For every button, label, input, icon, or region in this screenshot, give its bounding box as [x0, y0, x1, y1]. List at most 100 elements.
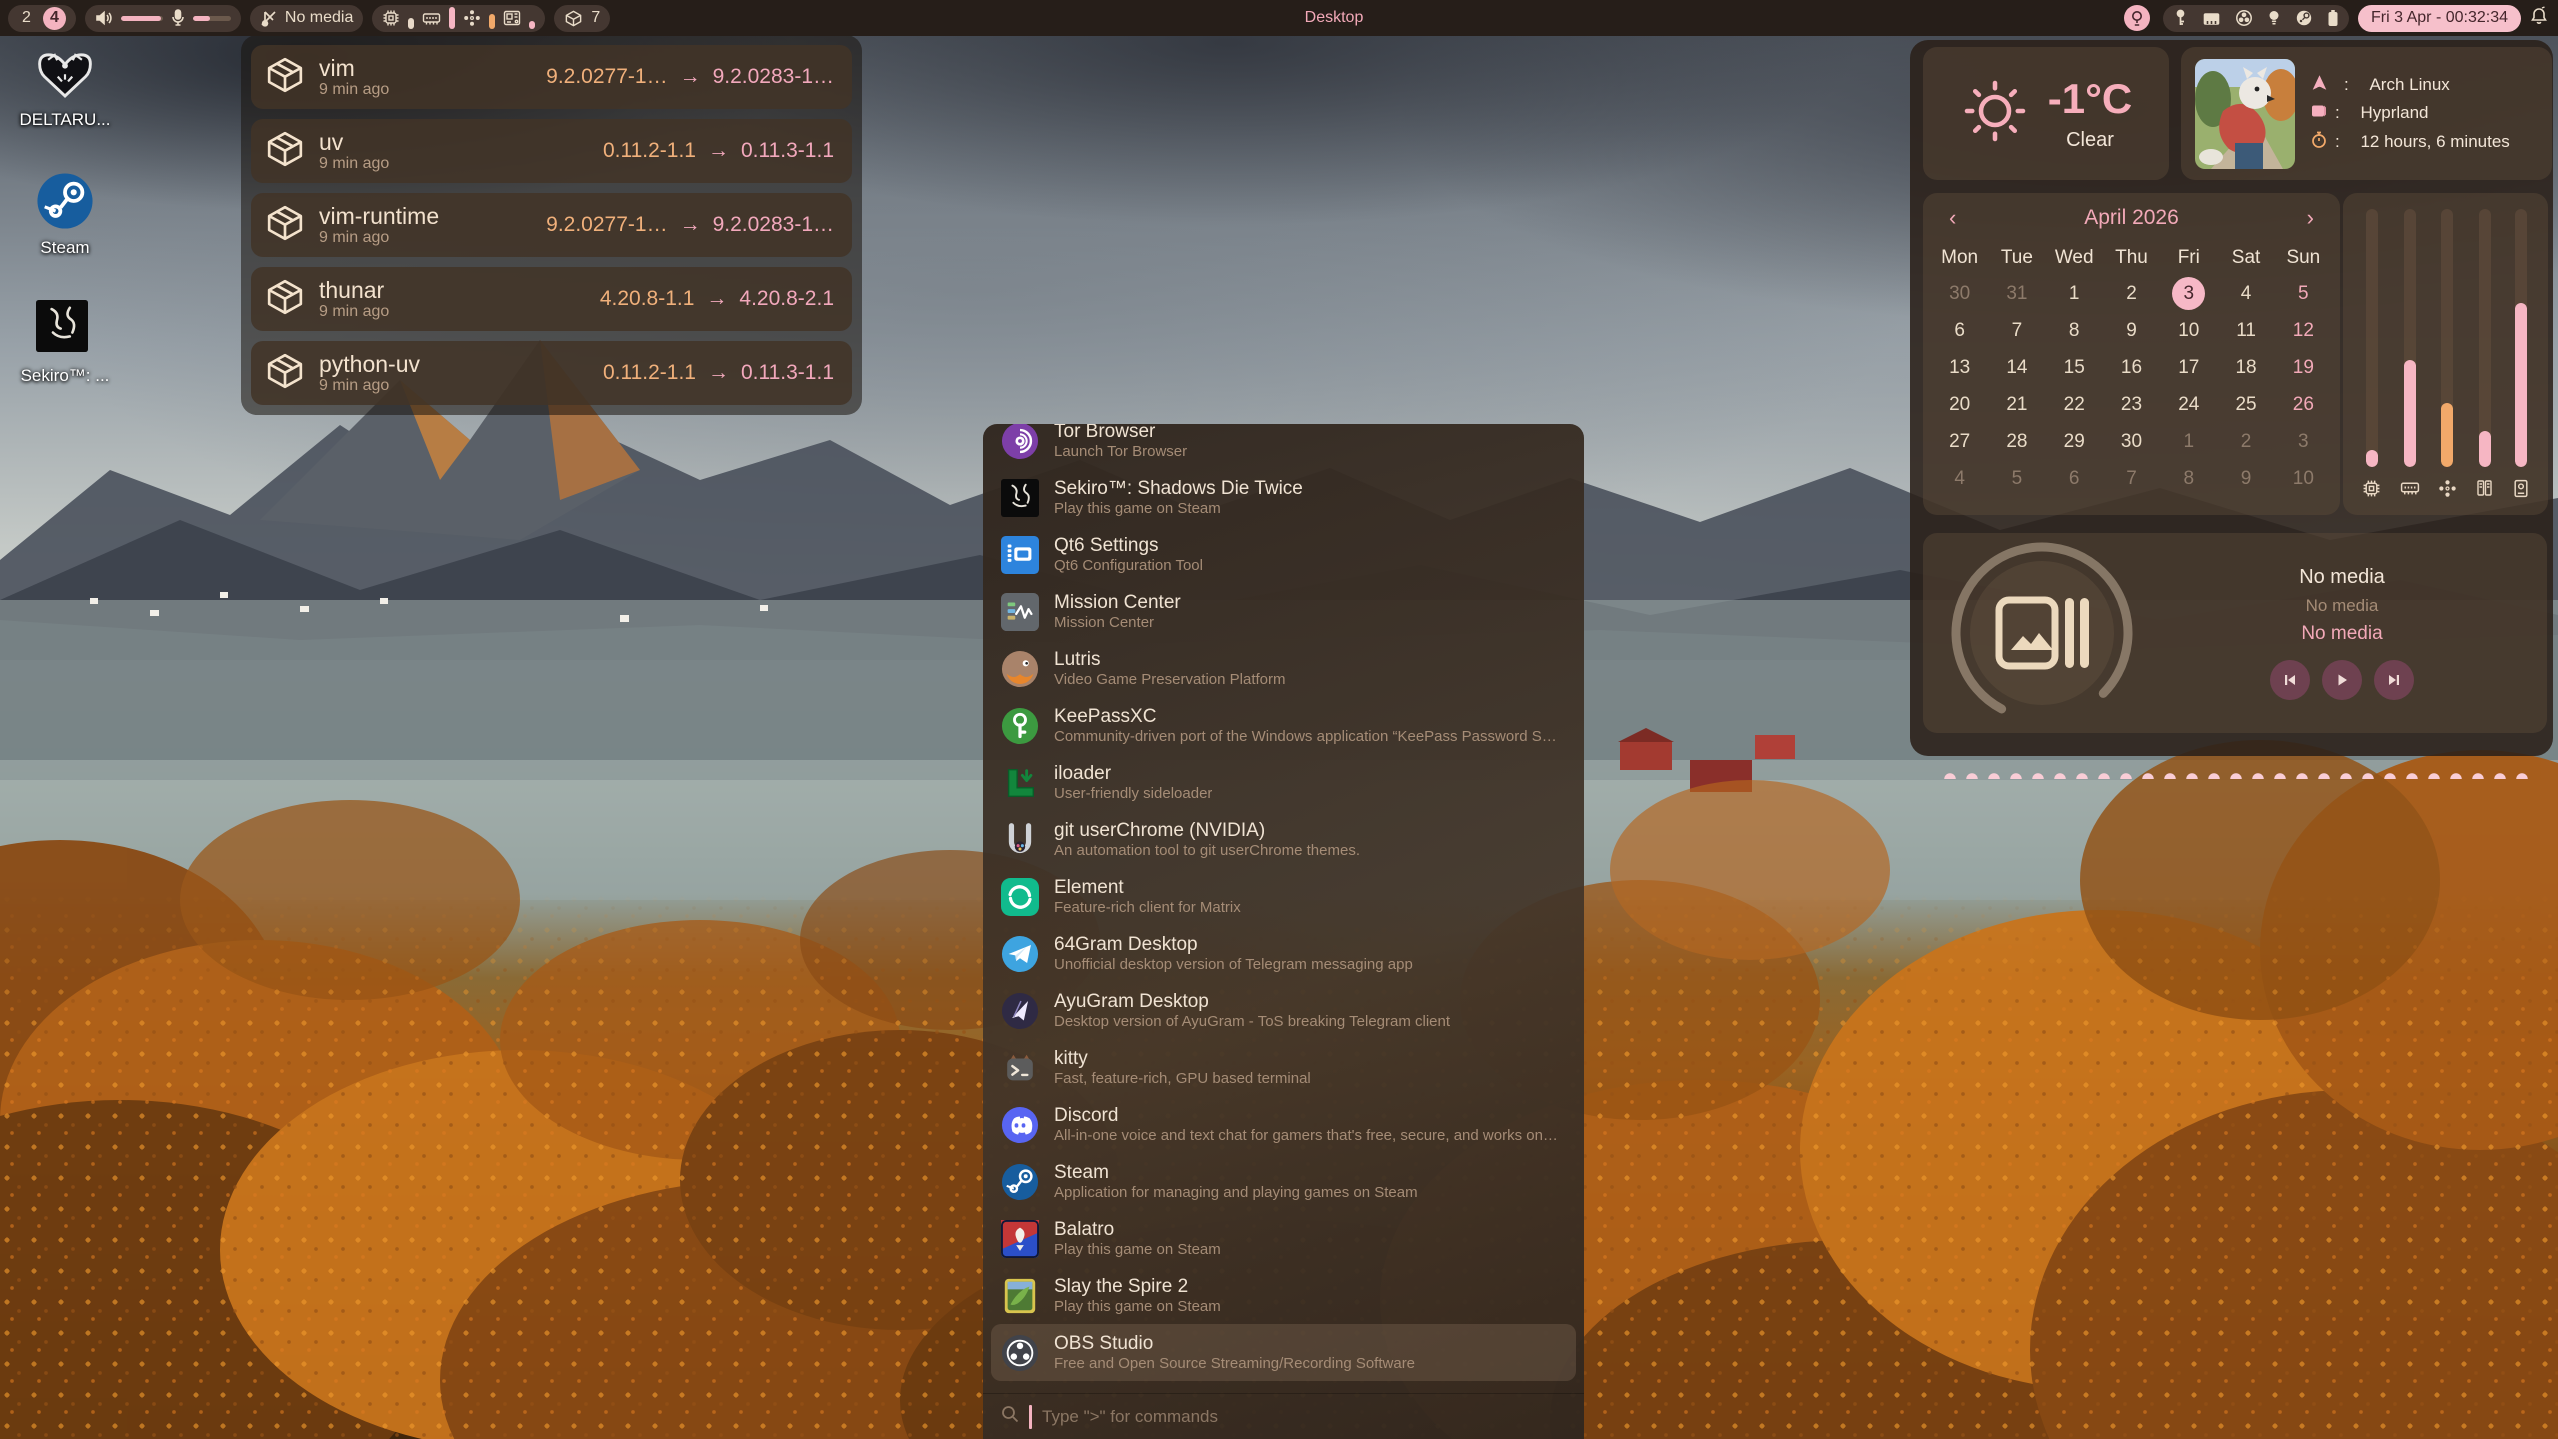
lightbulb-badge-icon[interactable]: [2124, 5, 2150, 31]
app-row[interactable]: Steam Application for managing and playi…: [991, 1153, 1576, 1210]
app-row[interactable]: git userChrome (NVIDIA) An automation to…: [991, 811, 1576, 868]
calendar-day[interactable]: 30: [1931, 275, 1988, 312]
app-description: Mission Center: [1054, 614, 1181, 632]
update-row[interactable]: python-uv 9 min ago 0.11.2-1.1 → 0.11.3-…: [251, 341, 852, 405]
gituserchrome-icon: [1001, 821, 1039, 859]
calendar-day[interactable]: 14: [1988, 349, 2045, 386]
calendar-day[interactable]: 1: [2046, 275, 2103, 312]
calendar-day[interactable]: 2: [2103, 275, 2160, 312]
calendar-day[interactable]: 8: [2160, 460, 2217, 497]
desktop-icon-sekiro[interactable]: Sekiro™: ...: [10, 300, 120, 386]
obs-tray-icon[interactable]: [2235, 9, 2253, 27]
calendar-day[interactable]: 22: [2046, 386, 2103, 423]
app-row[interactable]: kitty Fast, feature-rich, GPU based term…: [991, 1039, 1576, 1096]
calendar-day[interactable]: 4: [2217, 275, 2274, 312]
calendar-day[interactable]: 7: [1988, 312, 2045, 349]
desktop-icon-steam[interactable]: Steam: [10, 172, 120, 258]
app-row[interactable]: KeePassXC Community-driven port of the W…: [991, 697, 1576, 754]
calendar-day[interactable]: 3: [2160, 275, 2217, 312]
app-row[interactable]: AyuGram Desktop Desktop version of AyuGr…: [991, 982, 1576, 1039]
calendar-day[interactable]: 7: [2103, 460, 2160, 497]
microphone-icon[interactable]: [171, 9, 185, 27]
clock[interactable]: Fri 3 Apr - 00:32:34: [2358, 5, 2521, 32]
calendar-next-button[interactable]: ›: [2307, 205, 2314, 231]
play-button[interactable]: [2322, 660, 2362, 700]
network-tray-icon[interactable]: [2202, 10, 2221, 27]
app-row[interactable]: Slay the Spire 2 Play this game on Steam: [991, 1267, 1576, 1324]
calendar-day[interactable]: 18: [2217, 349, 2274, 386]
app-row[interactable]: Mission Center Mission Center: [991, 583, 1576, 640]
calendar-day[interactable]: 28: [1988, 423, 2045, 460]
app-row[interactable]: iloader User-friendly sideloader: [991, 754, 1576, 811]
next-track-button[interactable]: [2374, 660, 2414, 700]
workspace-pill[interactable]: 2 4: [8, 5, 76, 32]
app-row[interactable]: OBS Studio Free and Open Source Streamin…: [991, 1324, 1576, 1381]
calendar-day[interactable]: 25: [2217, 386, 2274, 423]
workspace-2[interactable]: 2: [18, 9, 35, 27]
calendar-day[interactable]: 3: [2275, 423, 2332, 460]
steam-tray-icon[interactable]: [2295, 9, 2313, 27]
calendar-day[interactable]: 4: [1931, 460, 1988, 497]
app-row[interactable]: 64Gram Desktop Unofficial desktop versio…: [991, 925, 1576, 982]
package-box-icon: [265, 351, 305, 396]
calendar-day[interactable]: 9: [2103, 312, 2160, 349]
app-description: Desktop version of AyuGram - ToS breakin…: [1054, 1013, 1450, 1031]
calendar-day[interactable]: 17: [2160, 349, 2217, 386]
calendar-day[interactable]: 5: [2275, 275, 2332, 312]
calendar-day[interactable]: 2: [2217, 423, 2274, 460]
desktop-icon-deltarune[interactable]: DELTARU...: [10, 44, 120, 130]
app-row[interactable]: Sekiro™: Shadows Die Twice Play this gam…: [991, 469, 1576, 526]
app-row[interactable]: Tor Browser Launch Tor Browser: [991, 424, 1576, 469]
calendar-day[interactable]: 21: [1988, 386, 2045, 423]
update-new-version: 9.2.0283-1…: [713, 65, 834, 89]
calendar-day[interactable]: 5: [1988, 460, 2045, 497]
caffeine-tray-icon[interactable]: [2267, 9, 2281, 27]
calendar-day[interactable]: 26: [2275, 386, 2332, 423]
calendar-day[interactable]: 30: [2103, 423, 2160, 460]
calendar-day[interactable]: 10: [2275, 460, 2332, 497]
app-row[interactable]: Element Feature-rich client for Matrix: [991, 868, 1576, 925]
calendar-day[interactable]: 23: [2103, 386, 2160, 423]
update-row[interactable]: thunar 9 min ago 4.20.8-1.1 → 4.20.8-2.1: [251, 267, 852, 331]
calendar-card: ‹ April 2026 › MonTueWedThuFriSatSun 30 …: [1923, 193, 2340, 515]
calendar-prev-button[interactable]: ‹: [1949, 205, 1956, 231]
mic-slider[interactable]: [193, 16, 231, 21]
calendar-day[interactable]: 9: [2217, 460, 2274, 497]
calendar-day[interactable]: 29: [2046, 423, 2103, 460]
calendar-day[interactable]: 11: [2217, 312, 2274, 349]
calendar-day[interactable]: 24: [2160, 386, 2217, 423]
calendar-day[interactable]: 20: [1931, 386, 1988, 423]
app-row[interactable]: Lutris Video Game Preservation Platform: [991, 640, 1576, 697]
notification-bell-icon[interactable]: [2530, 6, 2548, 30]
update-row[interactable]: vim 9 min ago 9.2.0277-1… → 9.2.0283-1…: [251, 45, 852, 109]
search-input[interactable]: [1042, 1407, 1566, 1427]
calendar-day[interactable]: 12: [2275, 312, 2332, 349]
system-stats-pill[interactable]: [372, 5, 545, 32]
update-old-version: 9.2.0277-1…: [546, 213, 667, 237]
keepassxc-tray-icon[interactable]: [2173, 9, 2188, 27]
calendar-day[interactable]: 10: [2160, 312, 2217, 349]
weather-card[interactable]: -1°C Clear: [1923, 47, 2169, 180]
calendar-day[interactable]: 13: [1931, 349, 1988, 386]
update-row[interactable]: vim-runtime 9 min ago 9.2.0277-1… → 9.2.…: [251, 193, 852, 257]
calendar-day[interactable]: 1: [2160, 423, 2217, 460]
calendar-day[interactable]: 19: [2275, 349, 2332, 386]
updates-pill[interactable]: 7: [554, 5, 610, 32]
app-row[interactable]: Balatro Play this game on Steam: [991, 1210, 1576, 1267]
calendar-day[interactable]: 15: [2046, 349, 2103, 386]
battery-tray-icon[interactable]: [2327, 9, 2339, 27]
app-row[interactable]: Qt6 Settings Qt6 Configuration Tool: [991, 526, 1576, 583]
speaker-icon[interactable]: [95, 10, 113, 26]
volume-slider[interactable]: [121, 16, 163, 21]
calendar-day[interactable]: 6: [2046, 460, 2103, 497]
media-pill[interactable]: No media: [250, 5, 363, 32]
calendar-day[interactable]: 6: [1931, 312, 1988, 349]
calendar-day[interactable]: 27: [1931, 423, 1988, 460]
previous-track-button[interactable]: [2270, 660, 2310, 700]
calendar-day[interactable]: 16: [2103, 349, 2160, 386]
app-row[interactable]: Discord All-in-one voice and text chat f…: [991, 1096, 1576, 1153]
calendar-day[interactable]: 31: [1988, 275, 2045, 312]
update-row[interactable]: uv 9 min ago 0.11.2-1.1 → 0.11.3-1.1: [251, 119, 852, 183]
calendar-day[interactable]: 8: [2046, 312, 2103, 349]
workspace-4-active[interactable]: 4: [43, 7, 66, 30]
